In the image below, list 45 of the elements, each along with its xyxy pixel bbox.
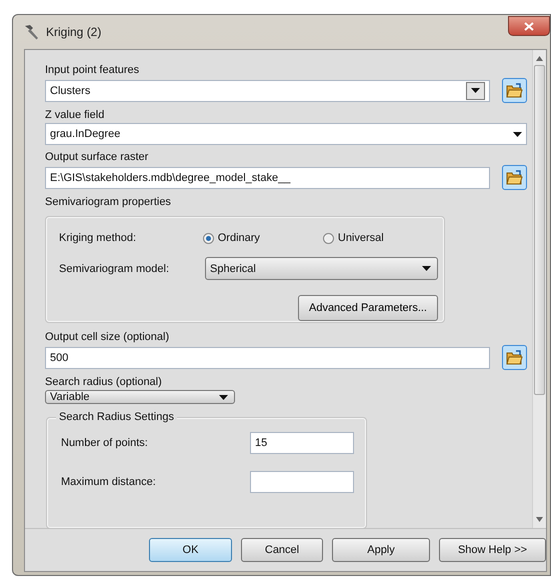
field-label: Z value field xyxy=(45,108,106,123)
dialog-button[interactable]: OK xyxy=(149,538,232,562)
field-label: Output surface raster xyxy=(45,150,150,165)
field-label: Number of points: xyxy=(61,437,149,449)
dropdown-arrow-icon[interactable] xyxy=(219,394,228,400)
dialog-button[interactable]: Show Help >> xyxy=(439,538,546,562)
folder-icon xyxy=(506,83,523,98)
scroll-up-icon[interactable] xyxy=(536,56,543,61)
browse-button[interactable] xyxy=(502,78,527,103)
dropdown[interactable]: Spherical xyxy=(205,257,438,280)
dropdown-arrow-icon[interactable] xyxy=(513,132,522,136)
input-field[interactable]: E:\GIS\stakeholders.mdb\degree_model_stake__ xyxy=(45,166,490,188)
input-field[interactable] xyxy=(250,471,354,493)
combo-box[interactable]: grau.InDegree xyxy=(45,123,527,145)
dialog-button[interactable]: Apply xyxy=(332,538,430,562)
dropdown-button[interactable] xyxy=(466,82,485,100)
dropdown-arrow-icon[interactable] xyxy=(422,266,431,271)
browse-button[interactable] xyxy=(502,165,527,190)
scrollbar[interactable] xyxy=(532,50,546,528)
close-icon[interactable] xyxy=(524,22,534,30)
combo-box[interactable]: Clusters xyxy=(45,80,490,102)
radio-option[interactable]: Ordinary xyxy=(202,232,323,244)
dropdown[interactable]: Variable xyxy=(45,390,235,404)
field-label: Kriging method: xyxy=(59,232,138,244)
window-title: Kriging (2) xyxy=(46,25,102,39)
field-label: Maximum distance: xyxy=(61,476,157,488)
dialog-button[interactable]: Cancel xyxy=(241,538,323,562)
section-label: Semivariogram properties xyxy=(45,195,172,210)
field-label: Semivariogram model: xyxy=(59,262,170,274)
radio-button[interactable] xyxy=(322,232,334,244)
folder-icon xyxy=(506,170,523,185)
browse-button[interactable] xyxy=(502,345,527,370)
radio-option[interactable]: Universal xyxy=(322,232,443,244)
field-label: Input point features xyxy=(45,63,140,78)
scroll-down-icon[interactable] xyxy=(536,517,543,522)
field-label: Search radius (optional) xyxy=(45,375,163,390)
close-button[interactable] xyxy=(508,16,550,36)
input-field[interactable]: 500 xyxy=(45,346,490,368)
folder-icon xyxy=(506,350,523,365)
advanced-parameters-button[interactable]: Advanced Parameters... xyxy=(298,295,438,321)
dropdown-arrow-icon[interactable] xyxy=(471,88,480,93)
radio-button[interactable] xyxy=(202,232,214,244)
group-legend: Search Radius Settings xyxy=(56,411,177,423)
field-label: Output cell size (optional) xyxy=(45,330,170,345)
input-field[interactable]: 15 xyxy=(250,432,354,454)
